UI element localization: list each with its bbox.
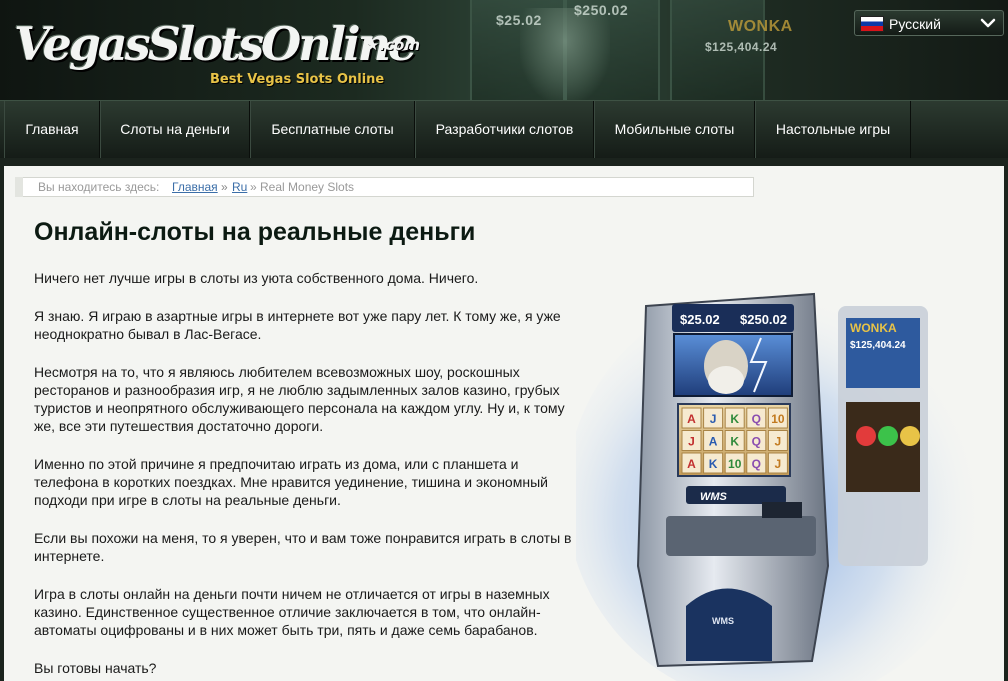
reel-symbol: K xyxy=(709,457,718,471)
breadcrumb-separator: » xyxy=(221,180,228,194)
header-bg-amount: $125,404.24 xyxy=(705,40,778,54)
header-bg-amount: $250.02 xyxy=(574,2,629,18)
nav-item-mobile-slots[interactable]: Мобильные слоты xyxy=(594,101,755,158)
nav-item-slot-developers[interactable]: Разработчики слотов xyxy=(415,101,594,158)
logo-wordmark: VegasSlotsOnline xyxy=(14,17,417,71)
language-selector[interactable]: Русский xyxy=(854,10,1004,36)
reel-symbol: Q xyxy=(752,457,761,471)
reel-symbol: 10 xyxy=(728,457,742,471)
jackpot-amount-right: $250.02 xyxy=(740,312,787,327)
secondary-slot-machine: WONKA $125,404.24 xyxy=(838,306,928,566)
article-paragraph: Несмотря на то, что я являюсь любителем … xyxy=(34,364,565,434)
side-amount-text: $125,404.24 xyxy=(850,340,906,351)
header-bg-wonka: WONKA xyxy=(728,18,793,35)
breadcrumb-link-ru[interactable]: Ru xyxy=(232,178,247,196)
nav-item-home[interactable]: Главная xyxy=(4,101,100,158)
header-bg-amount: $25.02 xyxy=(496,12,542,28)
reel-grid: A J K Q 10J A K Q JA K 10 Q J xyxy=(681,407,788,474)
breadcrumb-lead: Вы находитесь здесь: xyxy=(38,180,160,194)
reel-symbol: A xyxy=(687,457,696,471)
reel-symbol: K xyxy=(730,412,739,426)
main-content: Вы находитесь здесь: Главная » Ru » Real… xyxy=(4,166,1004,681)
article-paragraph: Игра в слоты онлайн на деньги почти ниче… xyxy=(34,586,550,638)
logo-domain-suffix: ★.com xyxy=(366,36,420,54)
breadcrumb: Вы находитесь здесь: Главная » Ru » Real… xyxy=(15,177,754,197)
article-paragraph: Я знаю. Я играю в азартные игры в интерн… xyxy=(34,308,561,342)
reel-symbol: J xyxy=(710,412,717,426)
site-logo[interactable]: VegasSlotsOnline ★.com Best Vegas Slots … xyxy=(14,14,420,90)
reel-symbol: J xyxy=(688,435,695,449)
article-paragraph: Вы готовы начать? xyxy=(34,660,157,676)
slot-machine-illustration: WONKA $125,404.24 $25.02 $250.02 A J K Q 10J… xyxy=(576,286,986,681)
jackpot-amount-left: $25.02 xyxy=(680,312,720,327)
reel-symbol: A xyxy=(709,435,718,449)
side-brand-text: WONKA xyxy=(850,321,897,335)
language-label: Русский xyxy=(889,16,941,32)
breadcrumb-current: » Real Money Slots xyxy=(250,180,355,194)
cabinet-base-brand-text: WMS xyxy=(712,616,734,626)
chevron-down-icon xyxy=(980,18,996,28)
nav-item-real-money-slots[interactable]: Слоты на деньги xyxy=(100,101,250,158)
breadcrumb-marker xyxy=(15,177,23,197)
russian-flag-icon xyxy=(860,16,884,32)
reel-symbol: Q xyxy=(752,412,761,426)
main-nav: Главная Слоты на деньги Бесплатные слоты… xyxy=(0,100,1008,158)
cabinet-brand-text: WMS xyxy=(700,491,728,503)
reel-symbol: J xyxy=(775,457,782,471)
site-header: $25.02 $250.02 $125,404.24 WONKA VegasSl… xyxy=(0,0,1008,100)
logo-tagline: Best Vegas Slots Online xyxy=(210,72,385,87)
reel-symbol: K xyxy=(730,435,739,449)
reel-symbol: Q xyxy=(752,435,761,449)
reel-symbol: 10 xyxy=(771,412,785,426)
article-paragraph: Ничего нет лучше игры в слоты из уюта со… xyxy=(34,270,479,286)
main-slot-machine: $25.02 $250.02 A J K Q 10J A K Q JA K 10 Q J WMS WMS xyxy=(636,292,830,668)
breadcrumb-link-home[interactable]: Главная xyxy=(172,178,218,196)
reel-symbol: J xyxy=(775,435,782,449)
reel-symbol: A xyxy=(687,412,696,426)
nav-item-table-games[interactable]: Настольные игры xyxy=(755,101,911,158)
page-title: Онлайн-слоты на реальные деньги xyxy=(34,218,476,246)
article-paragraph: Если вы похожи на меня, то я уверен, что… xyxy=(34,530,572,564)
nav-item-free-slots[interactable]: Бесплатные слоты xyxy=(250,101,415,158)
article-paragraph: Именно по этой причине я предпочитаю игр… xyxy=(34,456,548,508)
